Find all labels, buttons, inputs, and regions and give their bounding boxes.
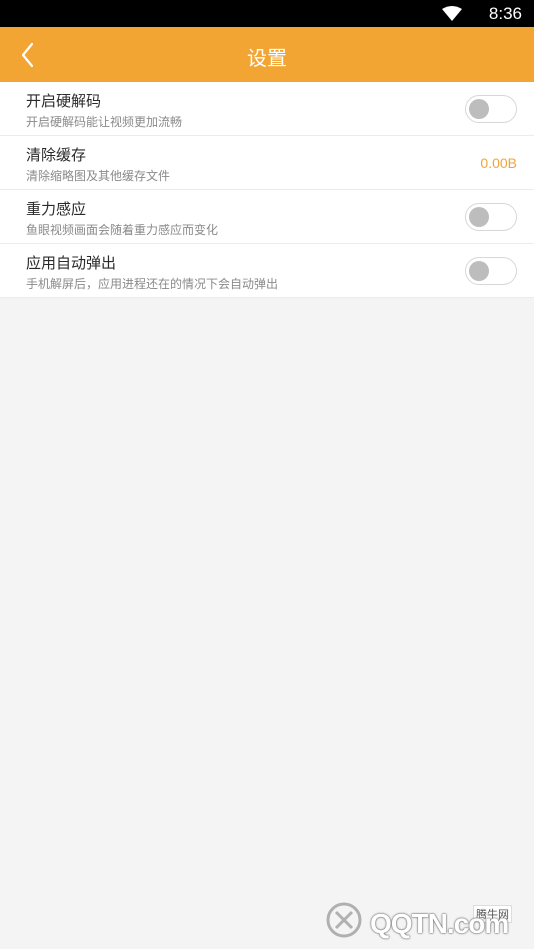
setting-auto-popup[interactable]: 应用自动弹出 手机解屏后，应用进程还在的情况下会自动弹出: [0, 244, 534, 298]
status-time: 8:36: [488, 4, 522, 23]
setting-hardware-decoding[interactable]: 开启硬解码 开启硬解码能让视频更加流畅: [0, 82, 534, 136]
toggle-knob: [469, 99, 489, 119]
toggle-knob: [469, 261, 489, 281]
setting-title: 重力感应: [26, 200, 87, 218]
setting-title: 开启硬解码: [26, 92, 102, 110]
hardware-decoding-toggle[interactable]: [465, 95, 517, 123]
app-bar: 设置: [0, 27, 534, 82]
gravity-sensor-toggle[interactable]: [465, 203, 517, 231]
status-bar: 8:36: [0, 0, 534, 27]
toggle-knob: [469, 207, 489, 227]
setting-title: 清除缓存: [26, 146, 87, 164]
setting-gravity-sensor[interactable]: 重力感应 鱼眼视频画面会随着重力感应而变化: [0, 190, 534, 244]
auto-popup-toggle[interactable]: [465, 257, 517, 285]
setting-subtitle: 手机解屏后，应用进程还在的情况下会自动弹出: [26, 277, 279, 291]
watermark-text: QQTN.com: [370, 908, 509, 939]
cache-size-value: 0.00B: [480, 155, 517, 171]
wifi-icon: [442, 6, 462, 21]
setting-subtitle: 鱼眼视频画面会随着重力感应而变化: [26, 223, 219, 237]
setting-clear-cache[interactable]: 清除缓存 清除缩略图及其他缓存文件 0.00B: [0, 136, 534, 190]
settings-list: 开启硬解码 开启硬解码能让视频更加流畅 清除缓存 清除缩略图及其他缓存文件 0.…: [0, 82, 534, 298]
setting-subtitle: 开启硬解码能让视频更加流畅: [26, 115, 183, 129]
page-title: 设置: [247, 46, 287, 70]
setting-title: 应用自动弹出: [26, 254, 117, 272]
setting-subtitle: 清除缩略图及其他缓存文件: [26, 169, 171, 183]
